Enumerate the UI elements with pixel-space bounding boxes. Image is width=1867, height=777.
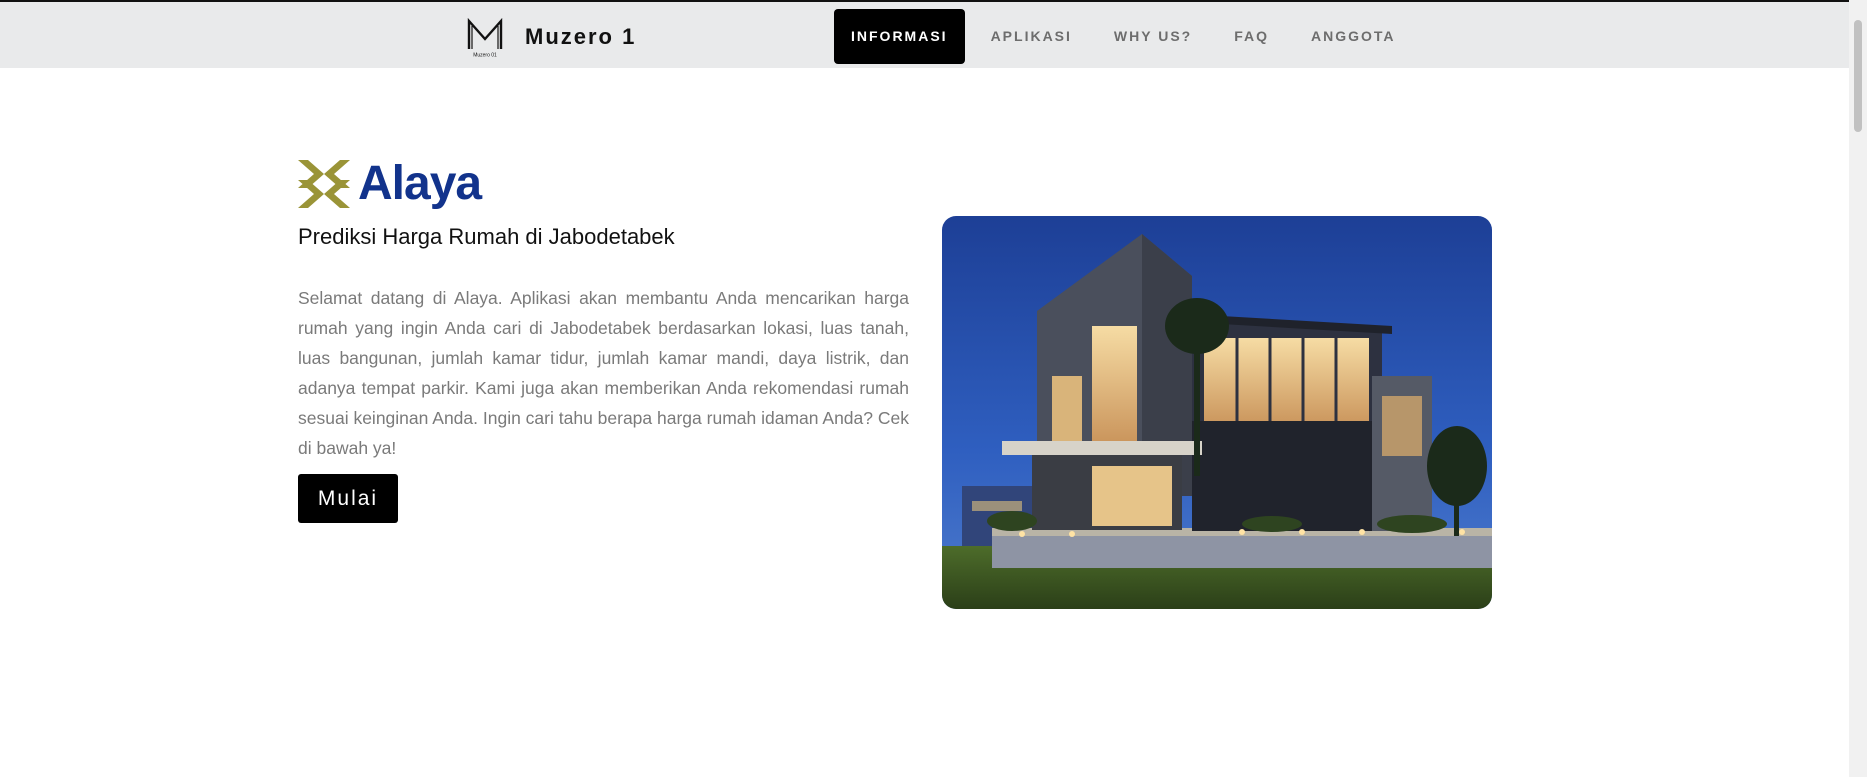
modern-house-night-photo (942, 216, 1492, 609)
nav-item-why-us[interactable]: WHY US? (1093, 9, 1213, 64)
muzero-m-logo-icon: Muzero 01 (467, 17, 503, 59)
scrollbar-thumb[interactable] (1854, 20, 1862, 132)
top-navbar: Muzero 01 Muzero 1 INFORMASI APLIKASI WH… (0, 0, 1849, 68)
nav-menu: INFORMASI APLIKASI WHY US? FAQ ANGGOTA (834, 9, 1417, 64)
alaya-wordmark: Alaya (358, 157, 482, 210)
nav-item-aplikasi[interactable]: APLIKASI (970, 9, 1093, 64)
nav-item-faq[interactable]: FAQ (1213, 9, 1290, 64)
nav-item-anggota[interactable]: ANGGOTA (1290, 9, 1417, 64)
start-button[interactable]: Mulai (298, 474, 398, 523)
brand-name: Muzero 1 (525, 24, 637, 49)
hero-description: Selamat datang di Alaya. Aplikasi akan m… (298, 288, 909, 458)
brand-logo-caption: Muzero 01 (473, 53, 497, 59)
page: Muzero 01 Muzero 1 INFORMASI APLIKASI WH… (0, 0, 1867, 777)
hero-subtitle: Prediksi Harga Rumah di Jabodetabek (298, 224, 675, 249)
alaya-chevron-logo-icon (298, 160, 350, 208)
page-scrollbar[interactable] (1849, 0, 1867, 777)
brand[interactable]: Muzero 01 Muzero 1 (463, 15, 636, 59)
nav-item-informasi[interactable]: INFORMASI (834, 9, 965, 64)
alaya-logo: Alaya (298, 156, 482, 212)
